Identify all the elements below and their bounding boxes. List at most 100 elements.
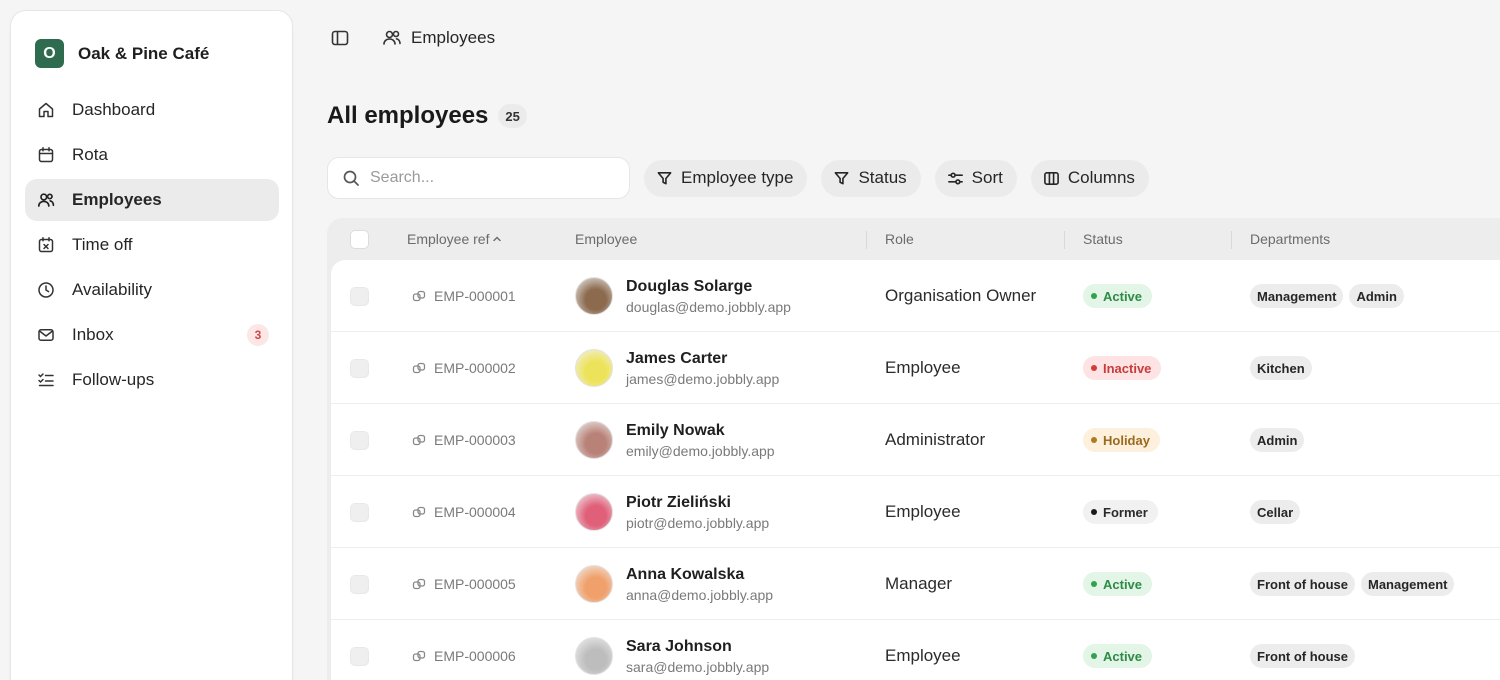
columns-icon <box>1043 170 1060 187</box>
row-checkbox[interactable] <box>350 574 369 594</box>
link-icon[interactable] <box>412 649 426 663</box>
employee-type-filter-label: Employee type <box>681 168 794 187</box>
employee-text: Douglas Solarge douglas@demo.jobbly.app <box>626 278 791 315</box>
link-icon[interactable] <box>412 433 426 447</box>
row-select-cell <box>350 404 369 476</box>
row-checkbox[interactable] <box>350 286 369 306</box>
column-divider <box>1064 231 1065 249</box>
role-cell: Organisation Owner <box>885 286 1037 305</box>
table-row[interactable]: EMP-000003 Emily Nowak emily@demo.jobbly.a… <box>331 404 1500 476</box>
employee-cell[interactable]: Anna Kowalska anna@demo.jobbly.app <box>575 548 773 620</box>
link-icon[interactable] <box>412 577 426 591</box>
employee-cell[interactable]: Emily Nowak emily@demo.jobbly.app <box>575 404 775 476</box>
column-header-role[interactable]: Role <box>885 218 914 260</box>
status-badge: Holiday <box>1083 428 1160 452</box>
sidebar-item-dashboard[interactable]: Dashboard <box>25 89 279 131</box>
sort-label: Sort <box>971 168 1003 187</box>
status-filter-button[interactable]: Status <box>821 159 921 197</box>
filter-icon <box>656 170 673 187</box>
department-tag: Admin <box>1349 284 1404 308</box>
status-dot <box>1091 293 1097 299</box>
topbar: Employees <box>330 26 495 50</box>
role-cell: Manager <box>885 574 953 593</box>
select-all-checkbox[interactable] <box>350 229 369 249</box>
sidebar-item-employees[interactable]: Employees <box>25 179 279 221</box>
status-dot <box>1091 365 1097 371</box>
row-checkbox[interactable] <box>350 502 369 522</box>
column-header-label: Status <box>1083 231 1123 247</box>
status-dot <box>1091 437 1097 443</box>
avatar <box>575 637 613 675</box>
table-row[interactable]: EMP-000002 James Carter james@demo.jobbly.… <box>331 332 1500 404</box>
table-row[interactable]: EMP-000001 Douglas Solarge douglas@demo.jo… <box>331 260 1500 332</box>
column-divider <box>1231 231 1232 249</box>
page-heading: All employees 25 <box>327 102 527 130</box>
table-body: EMP-000001 Douglas Solarge douglas@demo.jo… <box>331 260 1500 680</box>
department-tag: Kitchen <box>1250 356 1312 380</box>
employee-ref: EMP-000003 <box>434 432 516 448</box>
employee-text: James Carter james@demo.jobbly.app <box>626 350 779 387</box>
employee-ref-cell: EMP-000002 <box>412 332 516 404</box>
column-header-departments[interactable]: Departments <box>1250 218 1330 260</box>
status-badge: Former <box>1083 500 1158 524</box>
employee-cell[interactable]: Douglas Solarge douglas@demo.jobbly.app <box>575 260 791 332</box>
employee-name: Sara Johnson <box>626 637 732 655</box>
column-header-employee-ref[interactable]: Employee ref <box>407 218 503 260</box>
employee-name: Douglas Solarge <box>626 277 753 295</box>
row-checkbox[interactable] <box>350 430 369 450</box>
column-header-employee[interactable]: Employee <box>575 218 637 260</box>
sort-button[interactable]: Sort <box>934 159 1017 197</box>
employee-name: James Carter <box>626 349 728 367</box>
sidebar-item-follow-ups[interactable]: Follow-ups <box>25 359 279 401</box>
employees-table: Employee ref Employee Role Status Depart… <box>327 218 1500 680</box>
sidebar-item-label: Dashboard <box>72 100 156 119</box>
row-checkbox[interactable] <box>350 358 369 378</box>
departments-cell: Cellar <box>1250 476 1301 548</box>
employee-ref: EMP-000002 <box>434 360 516 376</box>
employee-cell[interactable]: Sara Johnson sara@demo.jobbly.app <box>575 620 769 680</box>
employee-email: douglas@demo.jobbly.app <box>626 298 791 315</box>
status-label: Holiday <box>1103 432 1150 448</box>
status-dot <box>1091 509 1097 515</box>
sidebar-item-availability[interactable]: Availability <box>25 269 279 311</box>
table-row[interactable]: EMP-000005 Anna Kowalska anna@demo.jobbly.… <box>331 548 1500 620</box>
departments-cell: Front of house <box>1250 620 1355 680</box>
search-box[interactable] <box>327 157 630 199</box>
sidebar-item-label: Inbox <box>72 325 114 344</box>
table-row[interactable]: EMP-000004 Piotr Zieliński piotr@demo.jobb… <box>331 476 1500 548</box>
departments-cell: Admin <box>1250 404 1305 476</box>
employee-ref-cell: EMP-000003 <box>412 404 516 476</box>
sidebar-item-time-off[interactable]: Time off <box>25 224 279 266</box>
table-row[interactable]: EMP-000006 Sara Johnson sara@demo.jobbly.a… <box>331 620 1500 680</box>
status-cell: Active <box>1083 260 1153 332</box>
link-icon[interactable] <box>412 361 426 375</box>
sidebar-item-inbox[interactable]: Inbox 3 <box>25 314 279 356</box>
search-icon <box>342 169 360 187</box>
status-label: Active <box>1103 288 1143 304</box>
status-cell: Holiday <box>1083 404 1160 476</box>
clock-icon <box>37 281 55 299</box>
select-all-cell <box>350 218 369 260</box>
column-header-label: Employee ref <box>407 231 490 247</box>
employee-ref: EMP-000004 <box>434 504 516 520</box>
column-header-status[interactable]: Status <box>1083 218 1123 260</box>
page-title: All employees <box>327 102 489 129</box>
list-checks-icon <box>37 371 55 389</box>
toolbar: Employee type Status Sort Columns <box>327 157 1149 199</box>
sidebar-toggle-icon[interactable] <box>330 28 350 48</box>
search-input[interactable] <box>370 169 600 187</box>
filter-icon <box>833 170 850 187</box>
link-icon[interactable] <box>412 505 426 519</box>
employee-count-badge: 25 <box>498 104 527 128</box>
columns-button[interactable]: Columns <box>1030 159 1149 197</box>
employee-cell[interactable]: James Carter james@demo.jobbly.app <box>575 332 779 404</box>
column-divider <box>866 231 867 249</box>
sidebar-item-rota[interactable]: Rota <box>25 134 279 176</box>
employee-email: emily@demo.jobbly.app <box>626 442 775 459</box>
employee-type-filter-button[interactable]: Employee type <box>644 159 808 197</box>
employee-cell[interactable]: Piotr Zieliński piotr@demo.jobbly.app <box>575 476 769 548</box>
link-icon[interactable] <box>412 289 426 303</box>
avatar <box>575 565 613 603</box>
brand[interactable]: O Oak & Pine Café <box>35 39 209 68</box>
row-checkbox[interactable] <box>350 646 369 666</box>
